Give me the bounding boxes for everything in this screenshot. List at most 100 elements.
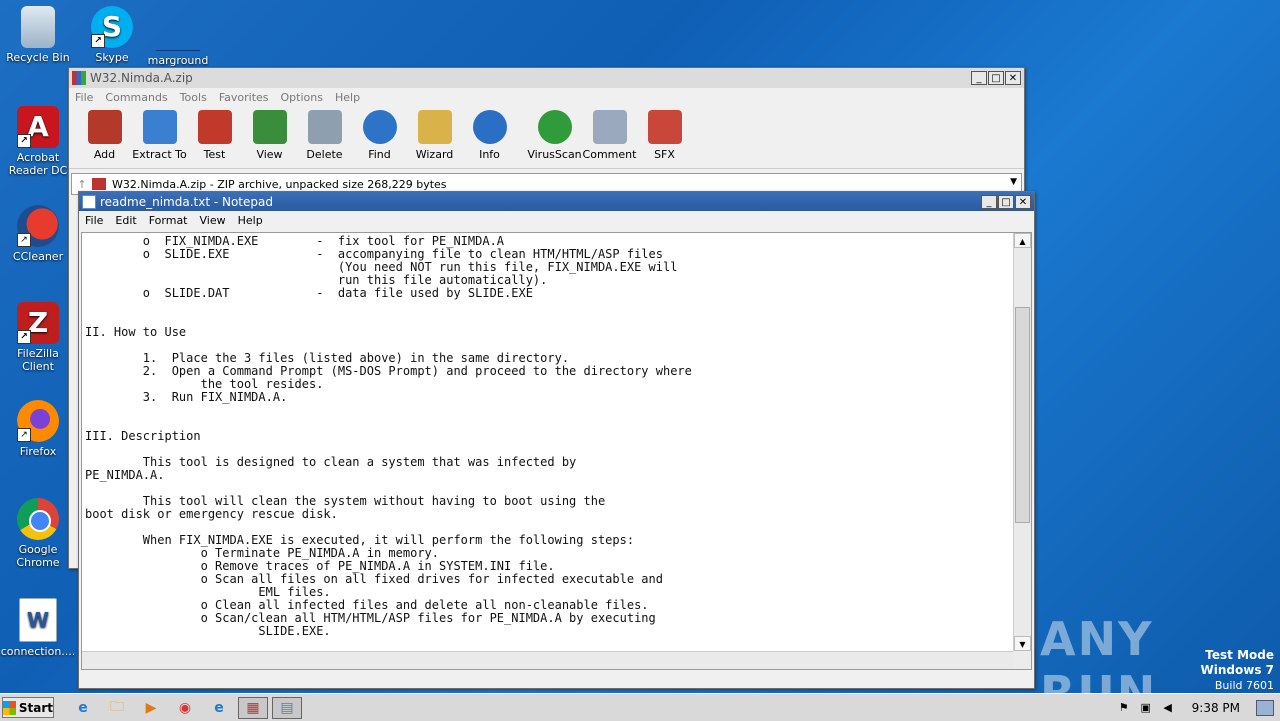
file-icon: [156, 6, 200, 51]
scroll-up-arrow-icon[interactable]: ▲: [1014, 233, 1031, 248]
desktop-icon-acrobat[interactable]: A ↗ Acrobat Reader DC: [0, 106, 76, 177]
document-text[interactable]: o FIX_NIMDA.EXE - fix tool for PE_NIMDA.…: [85, 235, 1013, 638]
desktop-icon-skype[interactable]: S ↗ Skype: [74, 6, 150, 64]
window-title: W32.Nimda.A.zip: [90, 71, 193, 85]
winrar-icon: [72, 71, 86, 85]
tool-label: Extract To: [132, 148, 187, 161]
text-area[interactable]: o FIX_NIMDA.EXE - fix tool for PE_NIMDA.…: [81, 232, 1032, 670]
desktop-icon-connection[interactable]: W connection....: [0, 598, 76, 658]
horizontal-scrollbar[interactable]: [82, 651, 1013, 669]
magnifier-icon: [362, 110, 397, 144]
winrar-titlebar[interactable]: W32.Nimda.A.zip _ □ ✕: [69, 68, 1024, 88]
desktop-icon-marground[interactable]: marground: [140, 6, 216, 67]
system-tray: ⚑ ▣ ◀ 9:38 PM: [1116, 694, 1280, 721]
tool-label: Add: [93, 148, 116, 161]
menu-help[interactable]: Help: [232, 214, 269, 227]
menu-file[interactable]: File: [69, 91, 99, 104]
desktop-icon-firefox[interactable]: ↗ Firefox: [0, 400, 76, 458]
tool-label: View: [256, 148, 283, 161]
wand-icon: [417, 110, 452, 144]
winrar-toolbar: Add Extract To Test View Delete Find Wiz…: [69, 106, 1024, 169]
chrome-icon: [17, 498, 59, 540]
close-button[interactable]: ✕: [1005, 71, 1021, 85]
extract-to-button[interactable]: Extract To: [132, 110, 187, 161]
notepad-icon: [82, 194, 96, 209]
filezilla-icon: Z ↗: [17, 302, 59, 344]
virusscan-button[interactable]: VirusScan: [527, 110, 582, 161]
tool-label: VirusScan: [527, 148, 582, 161]
taskbar-ie[interactable]: e: [68, 697, 98, 719]
scroll-thumb[interactable]: [1015, 307, 1030, 523]
sfx-button[interactable]: SFX: [637, 110, 692, 161]
tool-label: Info: [479, 148, 500, 161]
sfx-icon: [647, 110, 682, 144]
notepad-menubar: File Edit Format View Help: [79, 211, 1034, 229]
add-icon: [87, 110, 122, 144]
word-document-icon: W: [19, 598, 57, 642]
desktop-icon-ccleaner[interactable]: ↗ CCleaner: [0, 205, 76, 263]
clock[interactable]: 9:38 PM: [1192, 701, 1240, 715]
notepad-titlebar[interactable]: readme_nimda.txt - Notepad _ □ ✕: [79, 192, 1034, 211]
taskbar-chrome[interactable]: ◉: [170, 697, 200, 719]
explorer-icon: 🗀: [110, 698, 124, 715]
menu-file[interactable]: File: [79, 214, 109, 227]
chrome-icon: ◉: [178, 699, 192, 716]
vertical-scrollbar[interactable]: ▲ ▼: [1013, 233, 1031, 651]
resize-grip[interactable]: [1013, 651, 1031, 669]
taskbar-explorer[interactable]: 🗀: [102, 697, 132, 719]
delete-button[interactable]: Delete: [297, 110, 352, 161]
start-button[interactable]: Start: [2, 697, 54, 718]
desktop-icon-label: marground: [147, 54, 209, 67]
view-button[interactable]: View: [242, 110, 297, 161]
menu-edit[interactable]: Edit: [109, 214, 142, 227]
taskbar-media-player[interactable]: ▶: [136, 697, 166, 719]
chevron-down-icon[interactable]: ▼: [1010, 177, 1017, 187]
skype-icon: S ↗: [91, 6, 133, 48]
add-button[interactable]: Add: [77, 110, 132, 161]
maximize-button[interactable]: □: [988, 71, 1004, 85]
info-button[interactable]: Info: [462, 110, 517, 161]
desktop-icon-chrome[interactable]: Google Chrome: [0, 498, 76, 569]
desktop-icon-label: Firefox: [19, 445, 57, 458]
taskbar-edge[interactable]: e: [204, 697, 234, 719]
maximize-button[interactable]: □: [998, 194, 1014, 209]
desktop-icon-label: CCleaner: [12, 250, 64, 263]
up-arrow-icon[interactable]: ↑: [72, 178, 92, 191]
menu-options[interactable]: Options: [275, 91, 329, 104]
build-number: Build 7601: [1214, 679, 1274, 692]
tool-label: Test: [203, 148, 226, 161]
wizard-button[interactable]: Wizard: [407, 110, 462, 161]
menu-tools[interactable]: Tools: [174, 91, 213, 104]
book-icon: [252, 110, 287, 144]
taskbar: Start e 🗀 ▶ ◉ e ▦ ▤ ⚑ ▣ ◀ 9:38 PM: [0, 693, 1280, 721]
scroll-down-arrow-icon[interactable]: ▼: [1014, 636, 1031, 651]
menu-help[interactable]: Help: [329, 91, 366, 104]
menu-format[interactable]: Format: [143, 214, 194, 227]
taskbar-notepad[interactable]: ▤: [272, 696, 302, 719]
action-center-flag-icon[interactable]: ⚑: [1116, 701, 1132, 715]
menu-view[interactable]: View: [194, 214, 232, 227]
comment-button[interactable]: Comment: [582, 110, 637, 161]
test-mode-line: Test Mode: [1205, 648, 1274, 662]
show-desktop-icon[interactable]: [1256, 699, 1274, 716]
desktop-icon-recycle-bin[interactable]: Recycle Bin: [0, 6, 76, 64]
volume-icon[interactable]: ◀: [1160, 701, 1176, 715]
find-button[interactable]: Find: [352, 110, 407, 161]
comment-icon: [592, 110, 627, 144]
start-label: Start: [18, 700, 53, 715]
minimize-button[interactable]: _: [971, 71, 987, 85]
test-icon: [197, 110, 232, 144]
network-icon[interactable]: ▣: [1138, 701, 1154, 715]
close-button[interactable]: ✕: [1015, 194, 1031, 209]
desktop-icon-label: Acrobat Reader DC: [8, 151, 68, 177]
taskbar-winrar[interactable]: ▦: [238, 696, 268, 719]
test-button[interactable]: Test: [187, 110, 242, 161]
menu-commands[interactable]: Commands: [99, 91, 173, 104]
minimize-button[interactable]: _: [981, 194, 997, 209]
notepad-icon: ▤: [280, 699, 294, 716]
archive-icon: [92, 178, 106, 190]
desktop-icon-filezilla[interactable]: Z ↗ FileZilla Client: [0, 302, 76, 373]
desktop-icon-label: Skype: [95, 51, 129, 64]
notepad-window[interactable]: readme_nimda.txt - Notepad _ □ ✕ File Ed…: [78, 191, 1035, 689]
menu-favorites[interactable]: Favorites: [213, 91, 275, 104]
